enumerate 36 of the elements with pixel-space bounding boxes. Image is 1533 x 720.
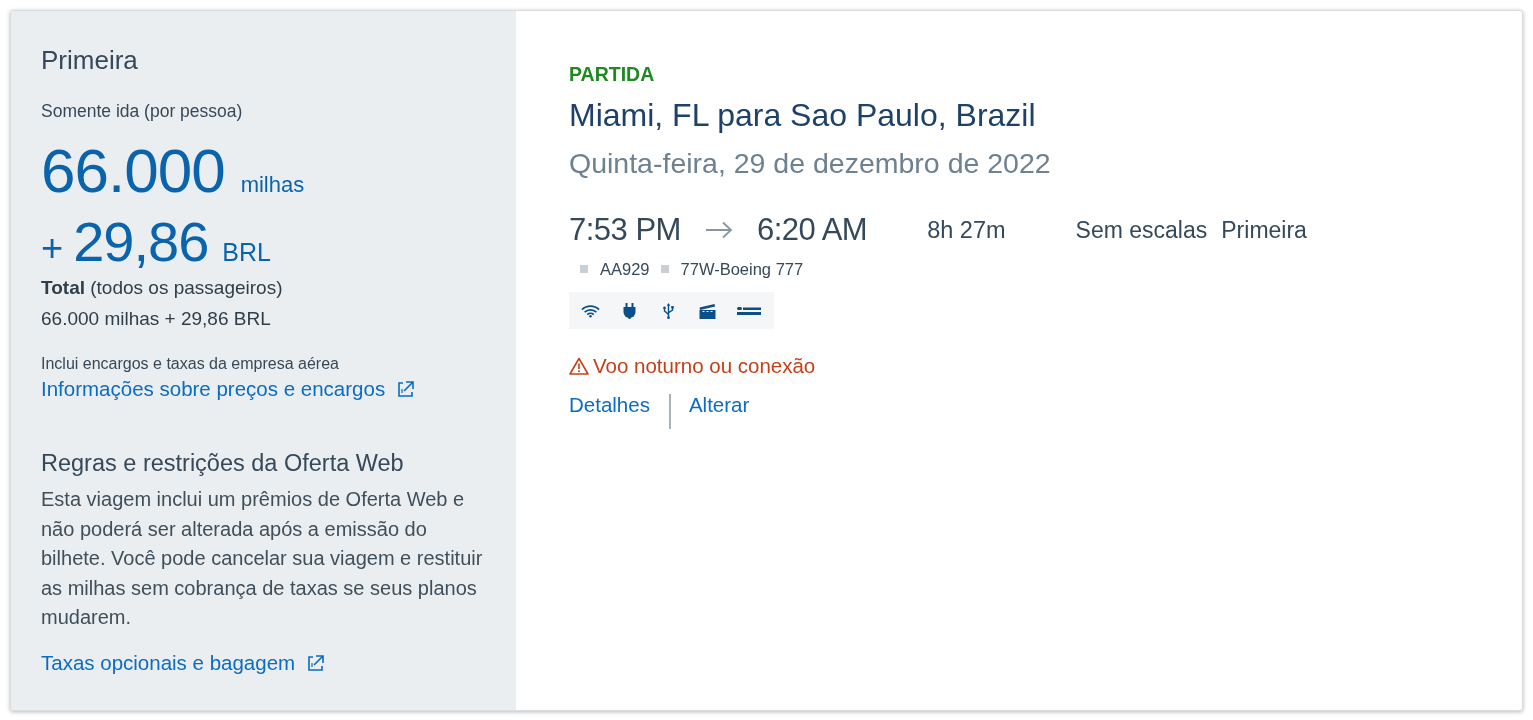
action-link[interactable]: Detalhes xyxy=(569,391,650,419)
external-link-icon xyxy=(397,380,416,398)
plus-sign: + xyxy=(41,229,64,267)
flight-date: Quinta-feira, 29 de dezembro de 2022 xyxy=(569,146,1051,181)
direction-label: PARTIDA xyxy=(569,62,655,86)
external-link-icon xyxy=(307,653,326,672)
arrow-icon xyxy=(704,221,733,239)
stops-label: Sem escalas xyxy=(1075,216,1208,245)
departure-time: 7:53 PM xyxy=(569,211,681,249)
currency-code: BRL xyxy=(222,240,271,265)
rules-text: Esta viagem inclui um prêmios de Oferta Web e não poderá ser alterada após a emissão do bilhete. Você pode cancelar sua viagem e restituir as milhas sem cobrança de taxas se seus planos mudarem. xyxy=(41,487,484,630)
miles-unit: milhas xyxy=(240,174,305,196)
action-link[interactable]: Alterar xyxy=(688,391,750,419)
total-label: Total (todos os passageiros) xyxy=(41,276,283,300)
cash-amount: 29,86 xyxy=(73,214,209,270)
square-bullet-icon xyxy=(580,265,588,273)
total-value: 66.000 milhas + 29,86 BRL xyxy=(41,307,271,331)
fees-note: Inclui encargos e taxas da empresa aérea xyxy=(41,354,339,374)
wifi-icon xyxy=(581,302,600,319)
clapperboard-icon xyxy=(698,302,717,319)
square-bullet-icon xyxy=(660,265,669,273)
flight-duration: 8h 27m xyxy=(927,216,1006,245)
fees-link[interactable]: Informações sobre preços e encargos xyxy=(41,375,416,403)
warning-icon xyxy=(569,357,589,375)
arrival-time: 6:20 AM xyxy=(756,211,868,249)
cabin-title: Primeira xyxy=(41,44,138,76)
route-title: Miami, FL para Sao Paulo, Brazil xyxy=(569,96,1036,134)
miles-amount: 66.000 xyxy=(41,140,225,202)
notice-text: Voo noturno ou conexão xyxy=(593,353,816,379)
flat-bed-icon xyxy=(737,305,761,316)
cabin-label: Primeira xyxy=(1221,216,1307,245)
baggage-link[interactable]: Taxas opcionais e bagagem xyxy=(41,648,326,677)
flight-detail: 77W-Boeing 777 xyxy=(680,259,804,280)
trip-type: Somente ida (por pessoa) xyxy=(41,100,243,122)
flight-detail: AA929 xyxy=(600,259,650,280)
rules-title: Regras e restrições da Oferta Web xyxy=(41,449,404,478)
